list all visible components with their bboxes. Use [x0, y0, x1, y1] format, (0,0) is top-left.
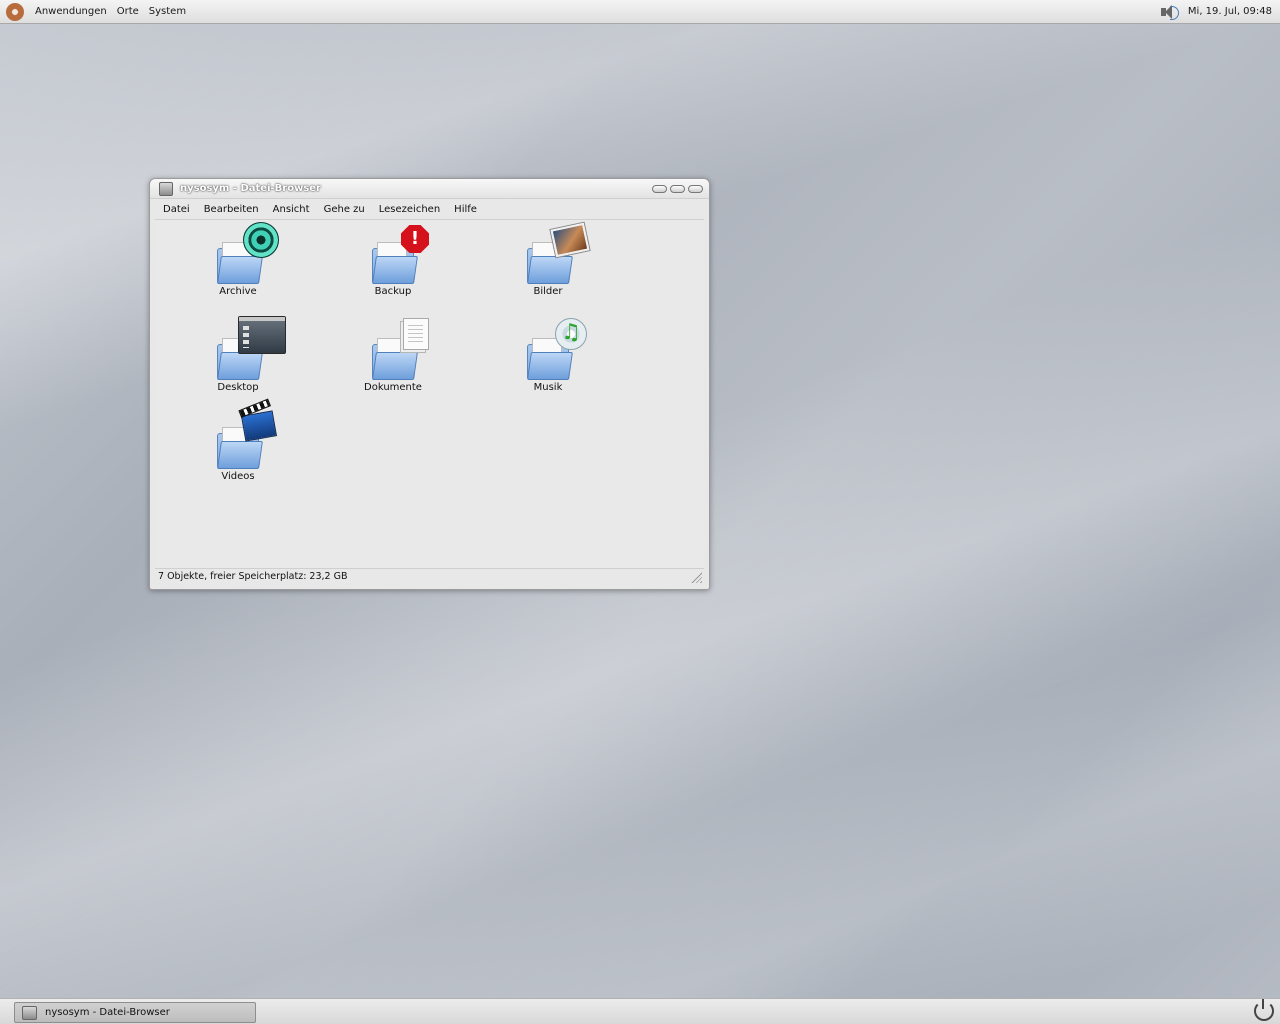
drive-icon[interactable]: [159, 181, 173, 196]
menu-places[interactable]: Orte: [112, 0, 144, 24]
menu-ansicht[interactable]: Ansicht: [266, 204, 317, 215]
folder-item-dokumente[interactable]: Dokumente: [338, 318, 448, 408]
menu-applications[interactable]: Anwendungen: [30, 0, 112, 24]
music-note-icon: ♫: [555, 318, 587, 350]
taskbar-window-button[interactable]: nysosym - Datei-Browser: [14, 1002, 256, 1023]
menu-system[interactable]: System: [144, 0, 191, 24]
folder-item-archive[interactable]: Archive: [183, 222, 293, 312]
folder-item-bilder[interactable]: Bilder: [493, 222, 603, 312]
folder-label: Musik: [533, 382, 563, 393]
folder-label: Dokumente: [364, 382, 422, 393]
archive-emblem-icon: [243, 222, 279, 258]
warning-stop-icon: !: [401, 225, 429, 253]
desktop-emblem-icon: [238, 316, 286, 354]
volume-icon[interactable]: [1158, 3, 1180, 21]
clock[interactable]: Mi, 19. Jul, 09:48: [1188, 6, 1280, 17]
top-panel-tray: Mi, 19. Jul, 09:48: [1158, 0, 1280, 24]
file-icon-view[interactable]: Archive ! Backup Bilder Desktop Dokument…: [155, 220, 704, 568]
resize-grip-icon[interactable]: [691, 572, 702, 583]
status-bar: 7 Objekte, freier Speicherplatz: 23,2 GB: [155, 568, 704, 584]
document-emblem-icon: [403, 318, 429, 350]
taskbar-window-label: nysosym - Datei-Browser: [45, 1007, 170, 1018]
folder-item-desktop[interactable]: Desktop: [183, 316, 293, 408]
folder-label: Archive: [219, 286, 257, 297]
top-menu: Anwendungen Orte System: [30, 0, 191, 24]
top-panel: Anwendungen Orte System Mi, 19. Jul, 09:…: [0, 0, 1280, 24]
folder-label: Backup: [374, 286, 412, 297]
folder-label: Bilder: [533, 286, 563, 297]
folder-label: Videos: [221, 471, 255, 482]
drive-icon: [22, 1005, 37, 1020]
close-button[interactable]: [688, 184, 703, 193]
power-icon[interactable]: [1254, 999, 1274, 1021]
ubuntu-logo-icon[interactable]: [6, 2, 24, 21]
menubar: Datei Bearbeiten Ansicht Gehe zu Lesezei…: [155, 199, 704, 220]
file-browser-window: nysosym - Datei-Browser Datei Bearbeiten…: [149, 178, 710, 590]
picture-emblem-icon: [550, 222, 590, 258]
minimize-button[interactable]: [652, 184, 667, 193]
clapperboard-icon: [240, 410, 278, 442]
window-title: nysosym - Datei-Browser: [180, 183, 321, 194]
bottom-panel: nysosym - Datei-Browser: [0, 998, 1280, 1024]
folder-label: Desktop: [217, 382, 259, 393]
maximize-button[interactable]: [670, 184, 685, 193]
window-titlebar[interactable]: nysosym - Datei-Browser: [150, 179, 709, 199]
menu-datei[interactable]: Datei: [155, 204, 197, 215]
folder-item-backup[interactable]: ! Backup: [338, 222, 448, 312]
status-text: 7 Objekte, freier Speicherplatz: 23,2 GB: [158, 571, 348, 582]
menu-hilfe[interactable]: Hilfe: [447, 204, 484, 215]
menu-lesezeichen[interactable]: Lesezeichen: [372, 204, 447, 215]
window-controls: [652, 184, 703, 193]
menu-bearbeiten[interactable]: Bearbeiten: [197, 204, 266, 215]
menu-gehe-zu[interactable]: Gehe zu: [317, 204, 372, 215]
folder-item-videos[interactable]: Videos: [183, 407, 293, 497]
folder-item-musik[interactable]: ♫ Musik: [493, 318, 603, 408]
